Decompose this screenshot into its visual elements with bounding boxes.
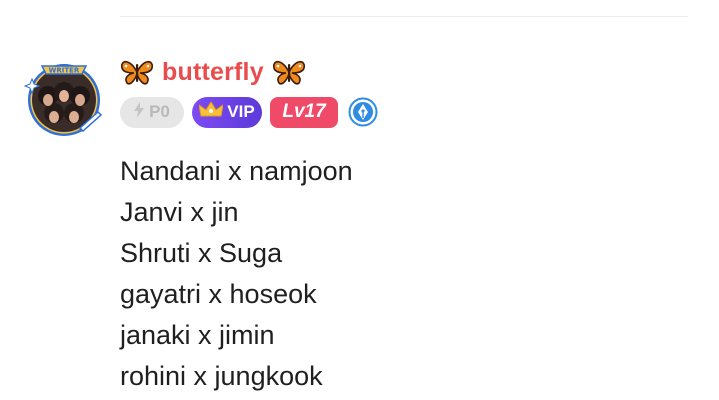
- post-line: Nandani x namjoon: [120, 156, 353, 186]
- post-line: gayatri x hoseok: [120, 279, 317, 309]
- top-divider: [120, 16, 688, 17]
- vip-badge[interactable]: VIP: [192, 96, 262, 128]
- avatar[interactable]: WRITER: [24, 58, 104, 138]
- crown-icon: [198, 100, 225, 123]
- butterfly-emoji-icon: [120, 58, 154, 86]
- avatar-label: WRITER: [49, 67, 80, 75]
- level-badge[interactable]: Lv17: [270, 96, 338, 128]
- points-badge[interactable]: P0: [120, 96, 184, 128]
- author-username[interactable]: butterfly: [162, 58, 264, 87]
- post-line: janaki x jimin: [120, 320, 275, 350]
- butterfly-emoji-icon: [272, 58, 306, 86]
- post-line: rohini x jungkook: [120, 361, 323, 391]
- post-line: Janvi x jin: [120, 197, 239, 227]
- post-line: Shruti x Suga: [120, 238, 283, 268]
- author-name-row: butterfly: [120, 56, 306, 88]
- points-value: P0: [149, 102, 170, 121]
- vip-label: VIP: [227, 102, 255, 121]
- post-body: Nandani x namjoon Janvi x jin Shruti x S…: [120, 151, 353, 397]
- pen-nib-icon[interactable]: [348, 97, 378, 127]
- lightning-icon: [134, 101, 145, 123]
- author-badges: P0 VIP Lv17: [120, 96, 378, 128]
- level-label: Lv17: [282, 101, 326, 122]
